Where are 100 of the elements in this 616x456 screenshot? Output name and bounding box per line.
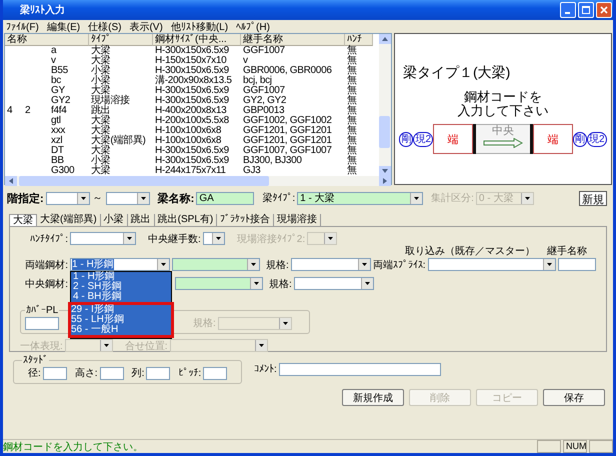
- column-header[interactable]: ﾀｲﾌﾟ: [89, 34, 153, 46]
- cover-spec-dropdown[interactable]: [218, 316, 292, 330]
- table-cell-text: v: [242, 56, 249, 66]
- table-cell-text: bcj, bcj: [242, 76, 273, 86]
- action-button[interactable]: 保存: [543, 389, 605, 406]
- table-cell-text: GY: [50, 86, 66, 96]
- menu-item[interactable]: 仕様(S): [88, 20, 122, 34]
- status-pane: NUM: [563, 440, 587, 453]
- table-cell-text: 大梁: [90, 116, 112, 126]
- table-cell-text: v: [50, 56, 57, 66]
- table-cell-text: GY2: [50, 96, 72, 106]
- dropdown-option[interactable]: 55 - LH形鋼: [68, 315, 174, 325]
- field-label: 規格:: [266, 258, 289, 272]
- joint-count-dropdown[interactable]: [202, 232, 225, 245]
- scroll-left-icon[interactable]: [5, 176, 17, 186]
- group-title: ｽﾀｯﾄﾞ: [22, 354, 49, 366]
- joint-name-field[interactable]: [558, 258, 596, 271]
- beam-type-dropdown[interactable]: 1 - 大梁: [297, 192, 424, 204]
- table-cell-text: 現場溶接: [90, 96, 131, 106]
- field-label: 集計区分:: [431, 192, 474, 205]
- end-box: 端: [433, 124, 473, 154]
- field-label: 規格:: [193, 316, 216, 330]
- table-cell-text: 溝-200x90x8x13.5: [154, 76, 233, 86]
- table-cell-text: 無: [346, 146, 358, 156]
- menu-item[interactable]: 表示(V): [129, 20, 163, 34]
- column-header[interactable]: ﾊﾝﾁ: [345, 34, 373, 46]
- vertical-scrollbar[interactable]: [379, 34, 391, 176]
- center-spec-dropdown[interactable]: [294, 277, 374, 290]
- table-cell-text: H-200x100x5.5x8: [154, 116, 230, 126]
- scroll-thumb[interactable]: [19, 176, 269, 186]
- instruction-text: 入力して下さい: [456, 104, 550, 118]
- field-label: 両端ｽﾌﾟﾗｲｽ:: [372, 258, 426, 272]
- comment-field[interactable]: [278, 362, 441, 376]
- maximize-button[interactable]: [578, 2, 594, 18]
- menu-item[interactable]: ﾌｧｲﾙ(F): [6, 20, 39, 32]
- table-cell-text: GBR0006, GBR0006: [242, 66, 333, 76]
- field-label: 径:: [28, 367, 41, 380]
- cover-plate-field[interactable]: [25, 316, 59, 330]
- horizontal-scrollbar[interactable]: [5, 176, 391, 186]
- menu-item[interactable]: 他ﾘｽﾄ移動(L): [170, 20, 228, 34]
- stud-field[interactable]: [203, 366, 228, 380]
- stud-field[interactable]: [146, 366, 170, 380]
- tab[interactable]: 現場溶接: [274, 214, 322, 226]
- table-cell-text: 無: [346, 76, 358, 86]
- table-cell-text: xxx: [50, 126, 66, 136]
- menu-item[interactable]: ﾍﾙﾌﾟ(H): [236, 20, 270, 32]
- end-steel-size-dropdown[interactable]: [172, 258, 260, 271]
- table-cell-text: H-300x150x6.5x9: [154, 86, 230, 96]
- beam-name-field[interactable]: GA: [196, 192, 254, 204]
- scroll-up-icon[interactable]: [379, 34, 391, 44]
- table-cell-text: B55: [50, 66, 69, 76]
- end-steel-dropdown[interactable]: 1 - H形鋼: [70, 258, 170, 271]
- stud-field[interactable]: [100, 366, 124, 380]
- table-cell-text: DT: [50, 146, 65, 156]
- table-cell-text: GJ3: [242, 166, 262, 176]
- center-steel-size-dropdown[interactable]: [175, 277, 263, 290]
- close-button[interactable]: [596, 2, 612, 18]
- status-pane: [589, 440, 613, 453]
- dropdown-option[interactable]: 4 - BH形鋼: [71, 292, 171, 302]
- scroll-right-icon[interactable]: [379, 176, 391, 186]
- table-cell-text: GGF1201, GGF1201: [242, 126, 333, 136]
- scroll-thumb[interactable]: [379, 116, 390, 148]
- dropdown-option[interactable]: 2 - SH形鋼: [71, 282, 171, 292]
- instruction-text: 鋼材コードを: [463, 90, 543, 104]
- minimize-button[interactable]: [560, 2, 576, 18]
- tab[interactable]: 跳出: [128, 214, 155, 226]
- tab[interactable]: 跳出(SPL有): [154, 214, 218, 226]
- haunch-type-dropdown[interactable]: [70, 232, 136, 245]
- maximize-icon: [582, 6, 590, 14]
- floor-to-dropdown[interactable]: [106, 192, 150, 204]
- floor-from-dropdown[interactable]: [46, 192, 90, 204]
- column-label: 取り込み（既存／マスター）: [405, 244, 535, 258]
- table-cell-text: GGF1007: [242, 86, 286, 96]
- end-spec-dropdown[interactable]: [290, 258, 371, 271]
- scroll-down-icon[interactable]: [379, 166, 391, 176]
- action-button[interactable]: 新規作成: [342, 389, 404, 406]
- tab[interactable]: 大梁(端部異): [37, 214, 101, 226]
- column-header[interactable]: 鋼材ｻｲｽﾞ(中央...: [153, 34, 241, 46]
- field-label: 合せ位置:: [124, 340, 168, 352]
- tab[interactable]: 大梁: [9, 214, 37, 226]
- joint-bar: [530, 124, 533, 154]
- unified-dropdown[interactable]: [64, 339, 113, 352]
- stud-field[interactable]: [42, 366, 67, 380]
- new-button[interactable]: 新規: [579, 190, 607, 206]
- tab[interactable]: 小梁: [100, 214, 128, 226]
- dropdown-option[interactable]: 29 - I形鋼: [68, 302, 174, 315]
- table-cell-text: GGF1007, GGF1007: [242, 146, 333, 156]
- table-cell-text: 無: [346, 96, 358, 106]
- table-cell-text: 無: [346, 66, 358, 76]
- table-cell-text: 小梁: [90, 76, 112, 86]
- center-label: 中央: [492, 125, 514, 138]
- menu-item[interactable]: 編集(E): [46, 20, 80, 34]
- status-pane: [537, 440, 561, 453]
- table-cell-text: H-400x200x8x13: [154, 106, 228, 116]
- table-cell-text: GBP0013: [242, 106, 286, 116]
- splice-dropdown[interactable]: [428, 258, 556, 271]
- weld-type-dropdown[interactable]: [307, 232, 338, 245]
- column-header[interactable]: 名称: [5, 34, 89, 46]
- dropdown-option[interactable]: 1 - H形鋼: [71, 272, 171, 282]
- column-header[interactable]: 継手名称: [241, 34, 345, 46]
